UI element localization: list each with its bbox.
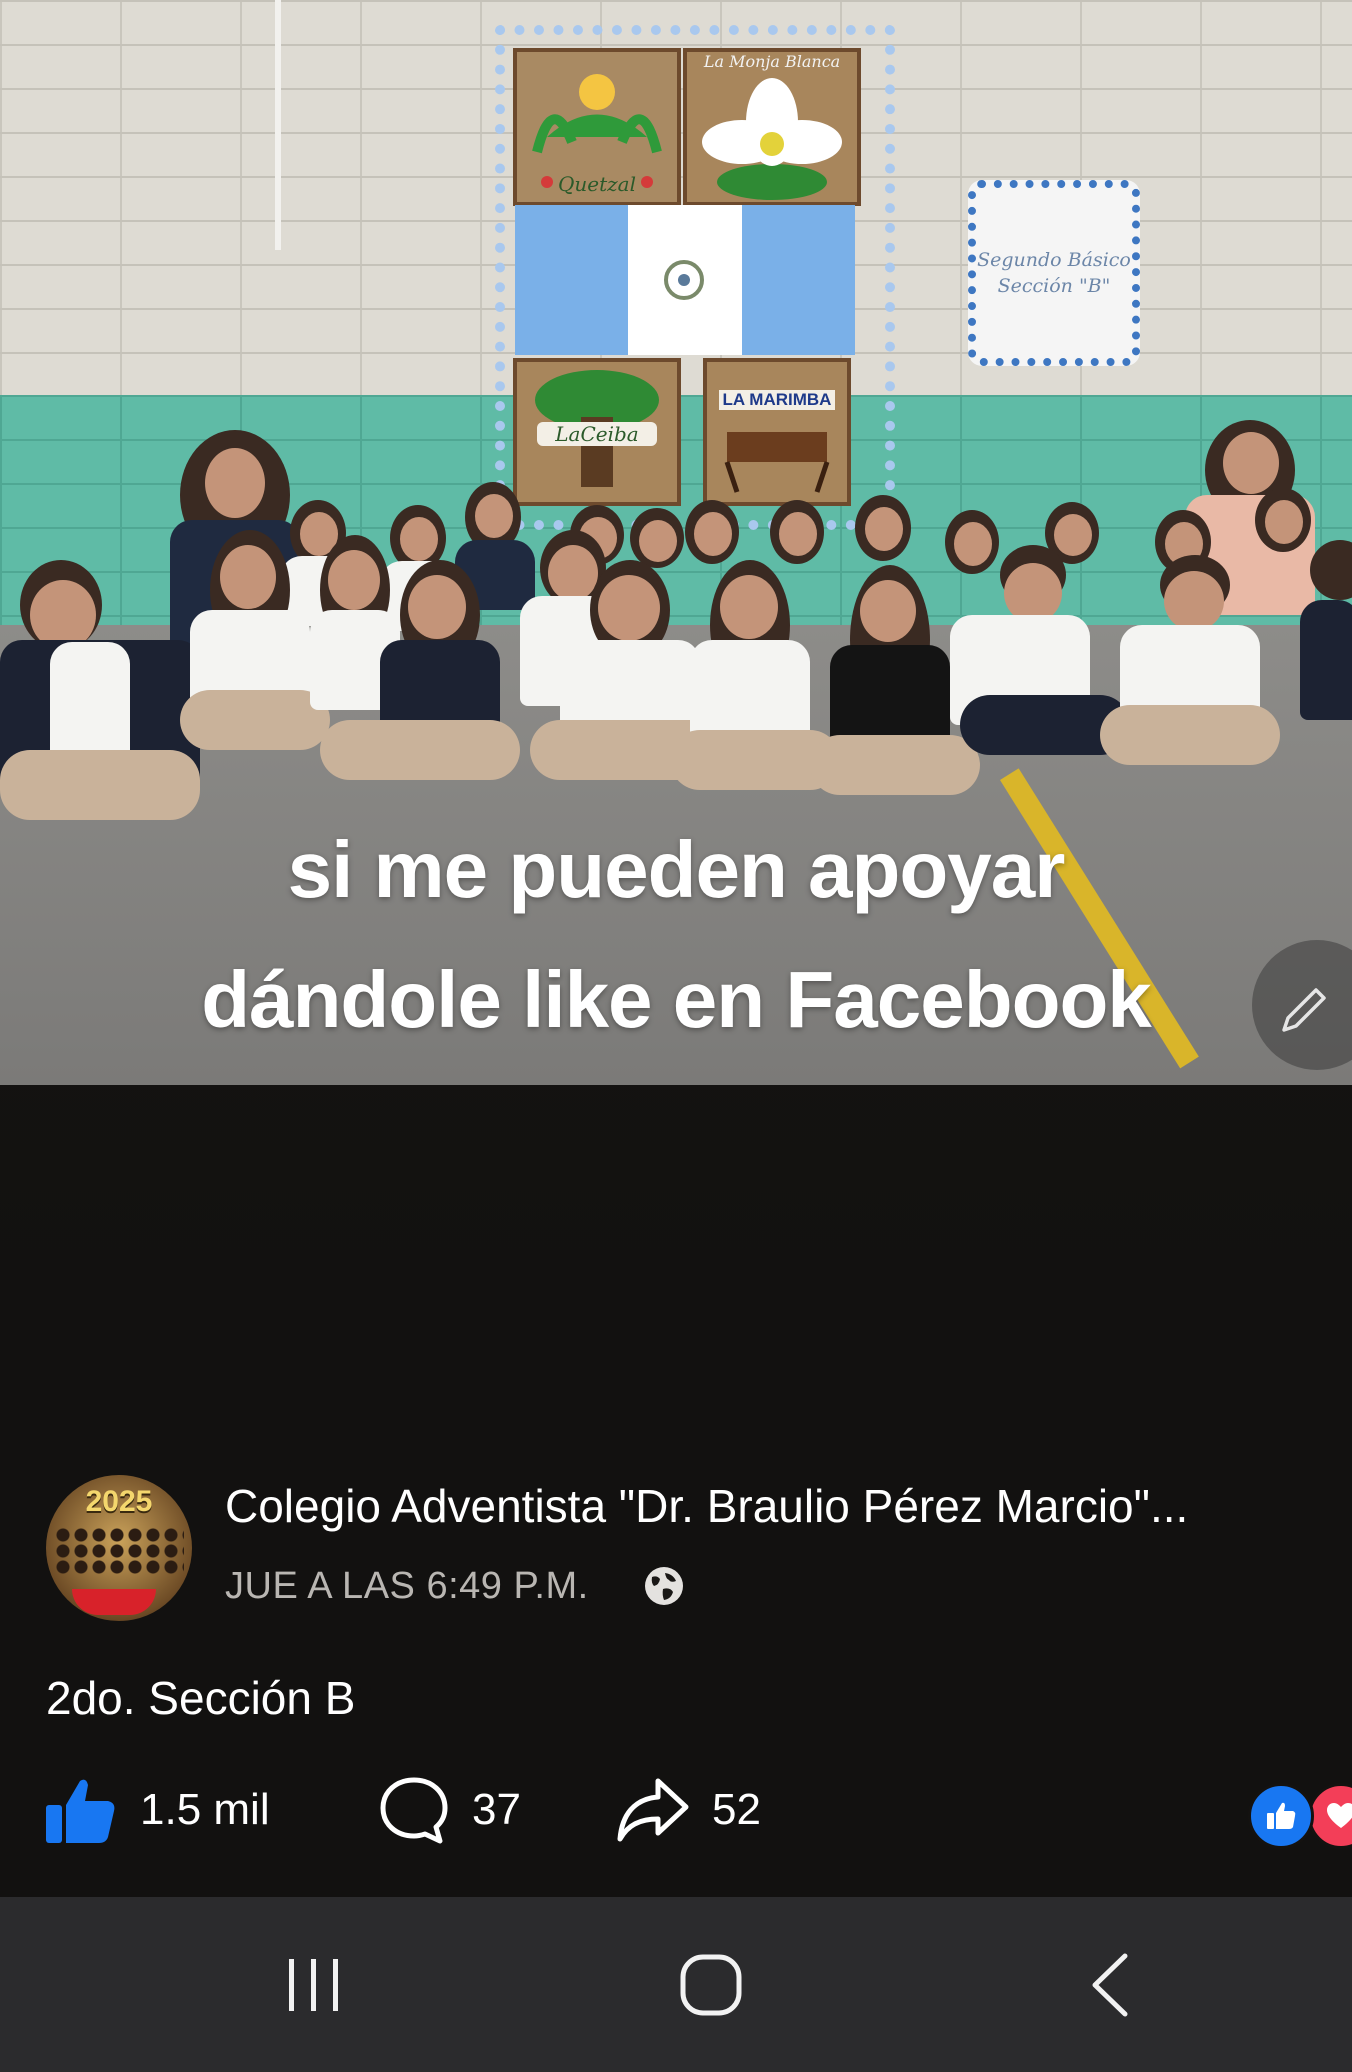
avatar-year-text: 2025 (85, 1485, 153, 1518)
like-reaction-icon (1248, 1783, 1314, 1849)
like-button[interactable]: 1.5 mil (44, 1775, 270, 1845)
post-photo[interactable]: Quetzal La Monja Blanca LaCeiba LA MARIM… (0, 0, 1352, 1085)
comment-button[interactable]: 37 (378, 1775, 521, 1845)
home-icon (680, 1954, 742, 2015)
recent-apps-button[interactable] (214, 1897, 414, 2072)
avatar-group-photo (54, 1527, 184, 1575)
marimba-icon (724, 432, 830, 493)
love-reaction-icon (1308, 1783, 1352, 1849)
tile-caption-ceiba: LaCeiba (537, 422, 657, 446)
overlay-caption-line-2: dándole like en Facebook (201, 955, 1152, 1044)
tile-caption-marimba: LA MARIMBA (719, 390, 835, 410)
post-text: 2do. Sección B (46, 1672, 356, 1724)
board-tile-ceiba: LaCeiba (513, 358, 681, 506)
share-button[interactable]: 52 (616, 1775, 761, 1845)
globe-icon (643, 1565, 685, 1607)
tile-caption-quetzal: Quetzal (557, 172, 636, 196)
overlay-caption-line-1: si me pueden apoyar (287, 825, 1066, 914)
guatemala-flag (515, 205, 855, 355)
board-tile-quetzal: Quetzal (513, 48, 681, 206)
back-chevron-icon (1092, 1953, 1128, 2016)
back-button[interactable] (1010, 1897, 1210, 2072)
reaction-summary[interactable] (1248, 1783, 1352, 1849)
thumbs-up-icon (46, 1779, 115, 1843)
section-sign: Segundo Básico Sección "B" (968, 180, 1140, 366)
screen: Quetzal La Monja Blanca LaCeiba LA MARIM… (0, 0, 1352, 2072)
avatar-ribbon (72, 1589, 156, 1615)
share-count: 52 (712, 1785, 761, 1834)
overlay-caption: si me pueden apoyar dándole like en Face… (0, 805, 1352, 1065)
board-tile-marimba: LA MARIMBA (703, 358, 851, 506)
system-nav-bar (0, 1897, 1352, 2072)
board-tile-monja-blanca: La Monja Blanca (683, 48, 861, 206)
pencil-icon (1282, 988, 1326, 1032)
page-name-link[interactable]: Colegio Adventista "Dr. Braulio Pérez Ma… (225, 1478, 1352, 1534)
coat-of-arms-icon (664, 260, 705, 300)
like-count: 1.5 mil (140, 1785, 270, 1834)
home-button[interactable] (611, 1897, 811, 2072)
monja-blanca-flower-icon (702, 78, 842, 200)
share-arrow-icon (617, 1778, 689, 1842)
post-timestamp[interactable]: JUE A LAS 6:49 P.M. (225, 1561, 589, 1611)
page-avatar[interactable]: 2025 (46, 1475, 192, 1621)
comment-bubble-icon (380, 1777, 448, 1844)
comment-count: 37 (472, 1785, 521, 1834)
wall-pipe (275, 0, 281, 250)
recent-apps-icon (289, 1958, 338, 2011)
tile-caption-monja-blanca: La Monja Blanca (703, 52, 841, 71)
